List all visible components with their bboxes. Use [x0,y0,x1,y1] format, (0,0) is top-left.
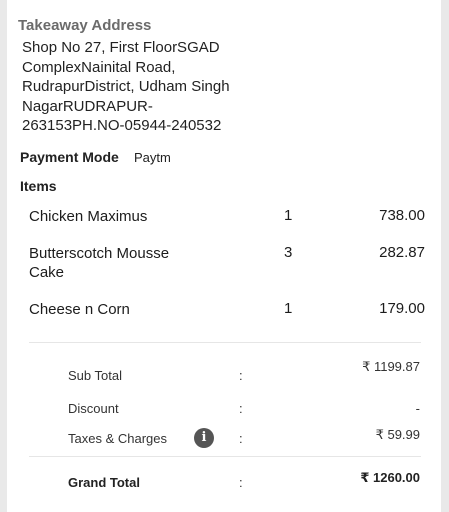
item-quantity: 1 [284,300,293,317]
divider [29,342,421,343]
item-price: 282.87 [379,244,425,261]
payment-mode-label: Payment Mode [20,149,119,165]
info-icon[interactable]: i [194,428,214,448]
item-name: Chicken Maximus [29,208,148,225]
takeaway-address-title: Takeaway Address [18,17,152,34]
discount-value: - [415,401,420,416]
taxes-label: Taxes & Charges [68,431,167,446]
subtotal-value: ₹ 1199.87 [362,359,420,374]
colon: : [239,401,243,416]
item-price: 738.00 [379,207,425,224]
subtotal-label: Sub Total [68,368,122,383]
item-price: 179.00 [379,300,425,317]
divider [29,456,421,457]
taxes-value: ₹ 59.99 [375,427,420,442]
item-quantity: 3 [284,244,293,261]
discount-label: Discount [68,401,119,416]
order-details-card: Takeaway Address Shop No 27, First Floor… [7,0,441,512]
item-name: Butterscotch Mousse Cake [29,245,170,281]
colon: : [239,475,243,490]
takeaway-address-text: Shop No 27, First FloorSGAD ComplexNaini… [22,39,230,134]
colon: : [239,431,243,446]
grand-total-value: ₹ 1260.00 [360,470,420,485]
grand-total-label: Grand Total [68,475,140,490]
item-quantity: 1 [284,207,293,224]
items-title: Items [20,178,57,194]
payment-mode-value: Paytm [134,150,171,165]
item-name: Cheese n Corn [29,301,130,318]
colon: : [239,368,243,383]
